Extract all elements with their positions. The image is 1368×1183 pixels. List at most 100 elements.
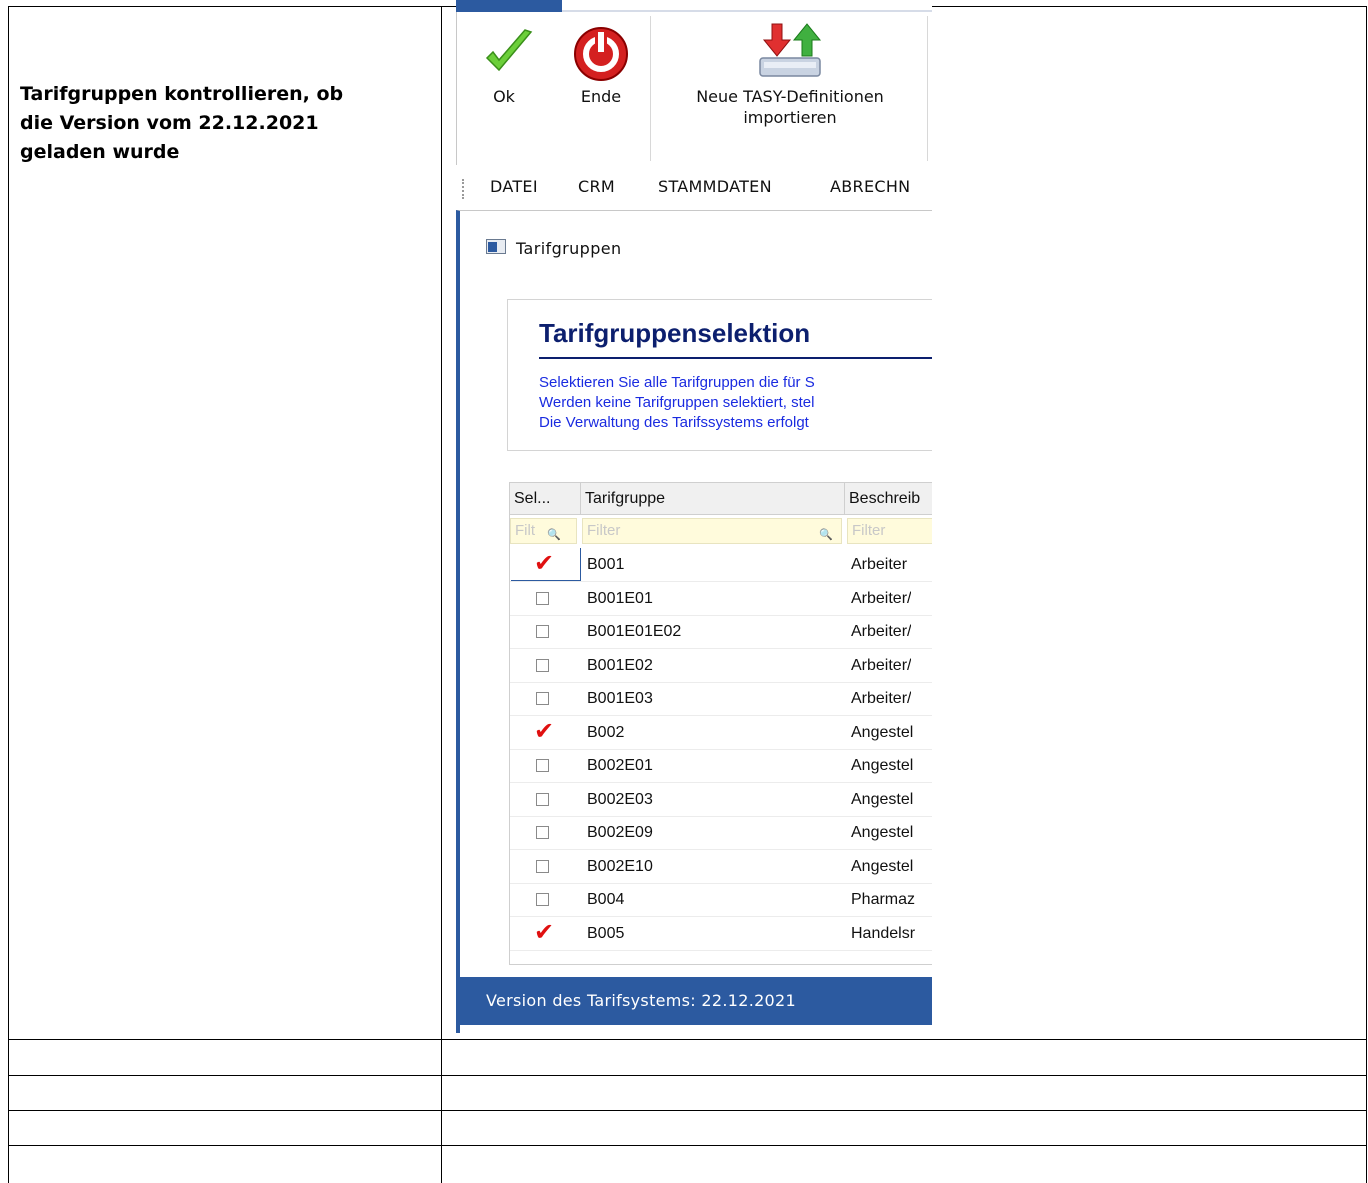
search-icon: 🔍: [819, 529, 833, 541]
cell-tarifgruppe: B001: [587, 556, 625, 573]
table-border-left: [8, 6, 9, 1183]
ok-label: Ok: [493, 87, 515, 106]
ribbon-separator: [650, 16, 651, 161]
cell-tarifgruppe: B005: [587, 924, 625, 942]
selection-header-box: Tarifgruppenselektion Selektieren Sie al…: [507, 299, 932, 451]
ribbon-separator: [927, 16, 928, 161]
row-checkbox[interactable]: [536, 859, 549, 873]
table-row[interactable]: B004 Pharmaz: [510, 883, 932, 917]
ende-label: Ende: [580, 87, 622, 106]
table-row[interactable]: B002E03 Angestel: [510, 783, 932, 817]
cell-beschreibung: Arbeiter/: [851, 623, 912, 640]
cell-beschreibung: Handelsr: [851, 924, 916, 942]
import-definitions-button[interactable]: Neue TASY-Definitionen importieren: [661, 14, 919, 154]
selection-hint-line: Die Verwaltung des Tarifssystems erfolgt: [539, 414, 809, 431]
menu-bar: DATEI CRM STAMMDATEN ABRECHN: [456, 165, 932, 210]
cell-beschreibung: Pharmaz: [851, 891, 916, 908]
table-row[interactable]: B002E01 Angestel: [510, 749, 932, 783]
table-row-divider: [8, 1075, 1367, 1076]
focus-indicator: [580, 548, 581, 581]
table-row-divider: [8, 1039, 1367, 1040]
status-bar: Version des Tarifsystems: 22.12.2021: [460, 977, 932, 1025]
table-row[interactable]: ✔ B002 Angestel: [510, 716, 932, 750]
cell-beschreibung: Angestel: [851, 757, 914, 774]
cell-beschreibung: Arbeiter/: [851, 690, 912, 707]
filter-placeholder: Filt: [515, 522, 535, 539]
row-checkbox[interactable]: [536, 893, 549, 906]
cell-tarifgruppe: B001E01E02: [587, 623, 682, 640]
table-row-divider: [8, 1110, 1367, 1111]
grid-header: Sel... Tarifgruppe Beschreib: [510, 483, 932, 515]
instruction-text: Tarifgruppen kontrollieren, ob die Versi…: [20, 83, 344, 163]
cell-tarifgruppe: B002E09: [587, 824, 653, 841]
cell-beschreibung: Angestel: [851, 824, 914, 841]
row-checkbox[interactable]: [536, 591, 549, 605]
row-checkbox[interactable]: [536, 658, 549, 672]
column-header-beschreibung[interactable]: Beschreib: [845, 483, 932, 514]
table-row-divider: [8, 1145, 1367, 1146]
filter-placeholder: Filter: [852, 522, 886, 539]
menu-item-stammdaten[interactable]: STAMMDATEN: [658, 177, 772, 196]
filter-input-sel[interactable]: Filt 🔍: [510, 518, 577, 544]
row-checkbox[interactable]: [536, 759, 549, 772]
tarifgruppen-window: Tarifgruppen Tarifgruppenselektion Selek…: [456, 210, 932, 1033]
cell-beschreibung: Angestel: [851, 723, 914, 741]
row-checkbox[interactable]: [536, 625, 549, 638]
cell-beschreibung: Arbeiter/: [851, 656, 912, 674]
menu-item-abrechnung[interactable]: ABRECHN: [830, 177, 910, 196]
cell-tarifgruppe: B002E03: [587, 790, 653, 808]
column-header-sel[interactable]: Sel...: [510, 483, 581, 514]
table-border-right: [1366, 6, 1367, 1183]
ribbon-tab-active[interactable]: [456, 0, 562, 12]
power-icon: [574, 27, 628, 81]
checkmark-icon: [485, 29, 533, 72]
cell-tarifgruppe: B002: [587, 723, 625, 741]
ok-button[interactable]: Ok: [469, 14, 539, 154]
table-row[interactable]: B001E03 Arbeiter/: [510, 682, 932, 716]
cell-tarifgruppe: B004: [587, 891, 625, 908]
tarifgruppen-grid: Sel... Tarifgruppe Beschreib Filt 🔍 Filt…: [509, 482, 932, 965]
row-checkbox[interactable]: [536, 692, 549, 705]
cell-tarifgruppe: B001E01: [587, 589, 653, 607]
menu-item-datei[interactable]: DATEI: [490, 177, 538, 196]
menu-item-crm[interactable]: CRM: [578, 177, 615, 196]
ribbon-toolbar: Ok Ende Neue TASY-Definitionen importier…: [456, 12, 932, 166]
table-row[interactable]: B001E01 Arbeiter/: [510, 582, 932, 616]
table-row[interactable]: B001E01E02 Arbeiter/: [510, 615, 932, 649]
row-checkbox[interactable]: [536, 826, 549, 839]
checkmark-icon: ✔: [534, 917, 555, 946]
filter-placeholder: Filter: [587, 522, 621, 539]
ribbon-tabstrip: [456, 0, 932, 12]
cell-tarifgruppe: B001E02: [587, 656, 653, 674]
import-definitions-label: Neue TASY-Definitionen importieren: [696, 87, 884, 127]
import-icon: [759, 23, 822, 77]
cell-beschreibung: Angestel: [851, 857, 914, 875]
ende-button[interactable]: Ende: [561, 14, 641, 154]
table-row[interactable]: ✔ B001 Arbeiter: [510, 548, 932, 582]
table-row[interactable]: B001E02 Arbeiter/: [510, 649, 932, 683]
selection-title: Tarifgruppenselektion: [539, 318, 811, 348]
menu-grip[interactable]: [462, 179, 466, 199]
table-row[interactable]: B002E10 Angestel: [510, 850, 932, 884]
table-row[interactable]: ✔ B005 Handelsr: [510, 917, 932, 951]
filter-row: Filt 🔍 Filter 🔍 Filter: [510, 515, 932, 547]
filter-input-beschreibung[interactable]: Filter: [847, 518, 932, 544]
cell-tarifgruppe: B002E10: [587, 857, 653, 875]
embedded-screenshot: Ok Ende Neue TASY-Definitionen importier…: [456, 0, 932, 1033]
checkmark-icon: ✔: [534, 549, 555, 577]
filter-input-tarifgruppe[interactable]: Filter 🔍: [582, 518, 842, 544]
window-icon: [486, 239, 506, 254]
cell-tarifgruppe: B001E03: [587, 690, 653, 707]
selection-title-rule: [539, 357, 932, 359]
row-checkbox[interactable]: [536, 792, 549, 806]
search-icon: 🔍: [547, 529, 561, 541]
cell-beschreibung: Angestel: [851, 790, 914, 808]
cell-beschreibung: Arbeiter: [851, 556, 908, 573]
table-column-divider: [441, 6, 442, 1183]
checkmark-icon: ✔: [534, 716, 555, 745]
column-header-tarifgruppe[interactable]: Tarifgruppe: [581, 483, 845, 514]
selection-hint-line: Selektieren Sie alle Tarifgruppen die fü…: [539, 374, 815, 391]
selection-hint-line: Werden keine Tarifgruppen selektiert, st…: [539, 394, 815, 411]
table-row[interactable]: B002E09 Angestel: [510, 816, 932, 850]
cell-tarifgruppe: B002E01: [587, 757, 653, 774]
